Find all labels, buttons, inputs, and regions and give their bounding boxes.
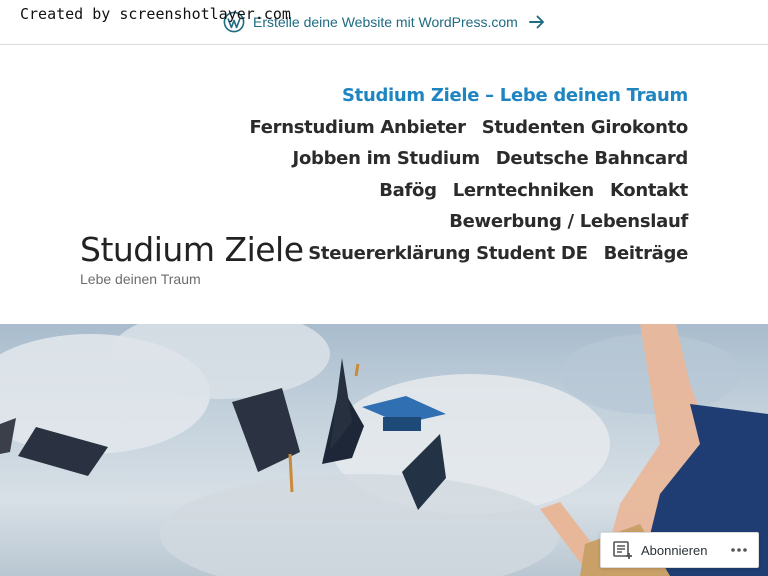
reader-icon [613,540,633,560]
arrow-right-icon [528,13,546,31]
nav-item-home[interactable]: Studium Ziele – Lebe deinen Traum [342,85,688,106]
nav-item-bewerbung-lebenslauf[interactable]: Bewerbung / Lebenslauf [449,211,688,232]
nav-item-jobben-im-studium[interactable]: Jobben im Studium [293,148,481,169]
nav-row: Fernstudium Anbieter Studenten Girokonto [249,112,689,144]
nav-item-deutsche-bahncard[interactable]: Deutsche Bahncard [496,148,689,169]
nav-row: Bewerbung / Lebenslauf [268,206,688,238]
main-navigation: Studium Ziele – Lebe deinen Traum Fernst… [249,80,689,270]
nav-item-lerntechniken[interactable]: Lerntechniken [453,180,595,201]
nav-row: Studium Ziele – Lebe deinen Traum [268,80,688,112]
nav-item-fernstudium-anbieter[interactable]: Fernstudium Anbieter [249,117,466,138]
site-description: Lebe deinen Traum [80,271,201,287]
subscribe-widget: Abonnieren [600,532,759,568]
nav-item-beitraege[interactable]: Beiträge [604,243,689,264]
nav-item-bafoeg[interactable]: Bafög [379,180,437,201]
subscribe-button[interactable]: Abonnieren [601,533,708,567]
more-dots-icon[interactable] [730,540,748,560]
nav-item-kontakt[interactable]: Kontakt [610,180,688,201]
subscribe-label: Abonnieren [641,542,708,558]
nav-item-studenten-girokonto[interactable]: Studenten Girokonto [482,117,689,138]
nav-row: Jobben im Studium Deutsche Bahncard [268,143,689,175]
nav-item-steuererklaerung[interactable]: Steuererklärung Student DE [308,243,588,264]
nav-row: Steuererklärung Student DE Beiträge [268,238,688,270]
nav-row: Bafög Lerntechniken Kontakt [268,175,688,207]
create-website-text: Erstelle deine Website mit WordPress.com [253,14,518,30]
screenshot-watermark: Created by screenshotlayer.com [20,5,291,23]
